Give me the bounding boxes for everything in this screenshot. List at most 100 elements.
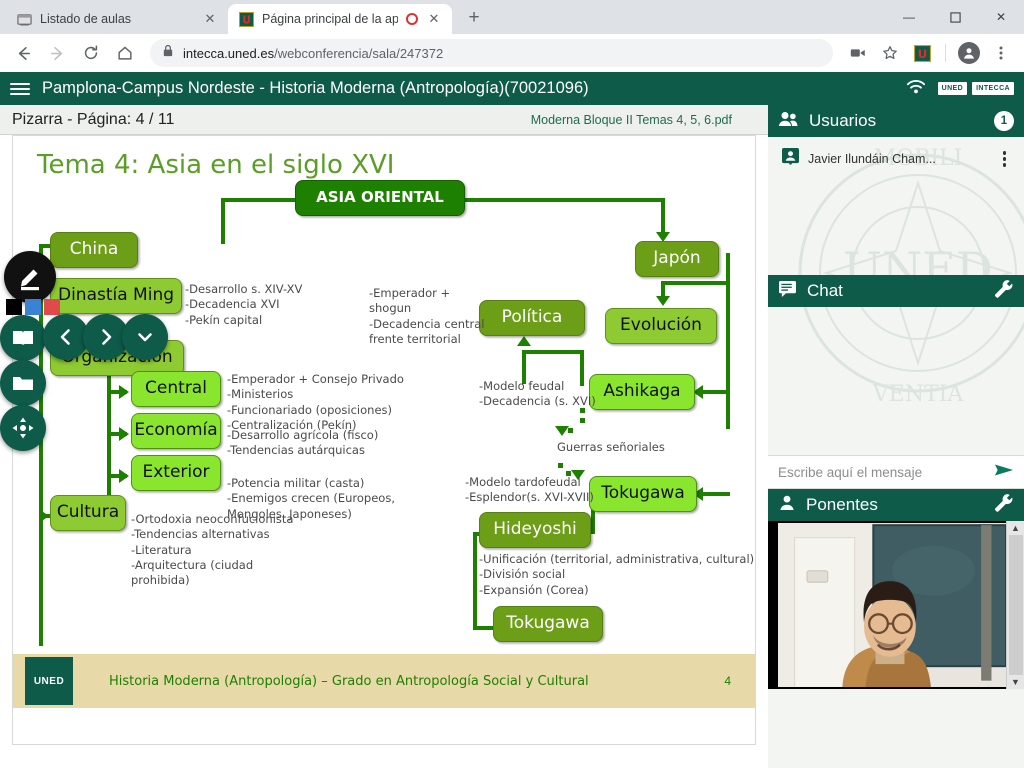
uned-logo: UNED (937, 82, 968, 95)
scroll-down-icon[interactable]: ▼ (1011, 677, 1020, 687)
chat-input[interactable] (778, 464, 994, 480)
connector (661, 281, 730, 285)
connector (661, 198, 665, 236)
connector (522, 350, 584, 354)
node-politica[interactable]: Política (479, 300, 585, 336)
close-window-button[interactable]: ✕ (978, 0, 1024, 34)
node-tokugawa-2[interactable]: Tokugawa (493, 606, 603, 642)
chat-input-row[interactable] (768, 455, 1024, 489)
person-icon (778, 494, 796, 516)
window-icon (16, 11, 32, 27)
folder-tool[interactable] (0, 360, 46, 406)
text-economia-notes: -Desarrollo agrícola (fisco) -Tendencias… (227, 428, 379, 458)
node-japon[interactable]: Japón (635, 241, 719, 277)
browser-tab-2[interactable]: U Página principal de la aplicac ✕ (228, 4, 452, 34)
book-icon (13, 331, 33, 345)
node-hideyoshi[interactable]: Hideyoshi (479, 512, 591, 548)
connector (107, 376, 111, 510)
arrow (119, 469, 129, 483)
whiteboard-panel: Pizarra - Página: 4 / 11 Moderna Bloque … (0, 105, 768, 768)
back-icon[interactable] (8, 38, 38, 68)
address-bar[interactable]: intecca.uned.es/webconferencia/sala/2473… (150, 39, 833, 67)
wrench-icon[interactable] (993, 278, 1014, 304)
pencil-icon (21, 269, 39, 291)
kebab-icon[interactable] (997, 147, 1013, 171)
arrow (555, 426, 569, 436)
send-icon[interactable] (994, 463, 1014, 482)
slide-title: Tema 4: Asia en el siglo XVI (37, 150, 395, 180)
forward-icon[interactable] (42, 38, 72, 68)
users-panel-header: Usuarios 1 (768, 105, 1024, 137)
node-exterior[interactable]: Exterior (131, 455, 221, 491)
node-central[interactable]: Central (131, 371, 221, 407)
close-icon[interactable]: ✕ (202, 11, 218, 27)
node-cultura[interactable]: Cultura (50, 495, 126, 531)
speakers-panel-title: Ponentes (806, 495, 878, 514)
chevron-down-icon (138, 333, 152, 342)
minimize-button[interactable]: — (886, 0, 932, 34)
book-tool[interactable] (0, 315, 46, 361)
slide-canvas[interactable]: Tema 4: Asia en el siglo XVI ASIA ORIENT… (12, 135, 756, 745)
node-china[interactable]: China (50, 232, 138, 268)
chat-icon (778, 280, 797, 302)
intecca-logo: INTECCA (972, 82, 1014, 95)
url-text: intecca.uned.es/webconferencia/sala/2473… (183, 45, 444, 61)
pen-tool[interactable] (4, 251, 56, 303)
header-logos: UNED INTECCA (905, 77, 1014, 100)
color-swatches[interactable] (6, 299, 60, 315)
video-scrollbar[interactable]: ▲ ▼ (1006, 521, 1024, 689)
svg-text:U: U (242, 14, 250, 26)
text-ming-notes: -Desarrollo s. XIV-XV -Decadencia XVI -P… (185, 282, 303, 327)
dashed-connector (580, 418, 585, 423)
dashed-connector (558, 463, 563, 468)
text-central-notes: -Emperador + Consejo Privado -Ministerio… (227, 372, 404, 432)
new-tab-button[interactable]: + (460, 4, 488, 32)
list-item[interactable]: Javier Ilundáin Cham... (768, 137, 1024, 171)
node-asia-oriental[interactable]: ASIA ORIENTAL (295, 180, 465, 216)
node-tokugawa-1[interactable]: Tokugawa (589, 476, 697, 512)
hamburger-icon[interactable] (10, 82, 30, 95)
node-evolucion[interactable]: Evolución (605, 308, 717, 344)
browser-tab-1[interactable]: Listado de aulas ✕ (6, 4, 228, 34)
connector (460, 198, 665, 202)
arrow (656, 296, 670, 306)
node-economia[interactable]: Economía (131, 413, 221, 449)
maximize-button[interactable] (932, 0, 978, 34)
swatch-red[interactable] (44, 299, 60, 315)
users-count-badge: 1 (994, 111, 1014, 131)
text-guerras-senoriales: Guerras señoriales (557, 440, 665, 454)
profile-icon[interactable] (954, 38, 984, 68)
move-tool[interactable] (0, 405, 46, 451)
users-panel-title: Usuarios (809, 111, 877, 130)
more-options-button[interactable] (122, 314, 168, 360)
close-icon[interactable]: ✕ (426, 11, 442, 27)
chevron-right-icon (102, 329, 112, 345)
chat-panel-header: Chat (768, 275, 1024, 307)
media-cast-icon[interactable] (843, 38, 873, 68)
footer-page-number: 4 (724, 674, 731, 688)
arrow (517, 336, 531, 346)
home-icon[interactable] (110, 38, 140, 68)
recording-indicator-icon (406, 13, 418, 25)
node-ashikaga[interactable]: Ashikaga (589, 374, 695, 410)
uned-extension-icon[interactable]: U (907, 38, 937, 68)
slide-footer: UNED Historia Moderna (Antropología) – G… (13, 654, 755, 708)
bookmark-star-icon[interactable] (875, 38, 905, 68)
swatch-black[interactable] (6, 299, 22, 315)
window-controls: — ✕ (886, 0, 1024, 34)
connector (726, 253, 730, 319)
web-conference-app: Pamplona-Campus Nordeste - Historia Mode… (0, 72, 1024, 768)
wrench-icon[interactable] (993, 492, 1014, 518)
scroll-up-icon[interactable]: ▲ (1011, 523, 1020, 533)
toolbar-divider (945, 44, 946, 62)
app-header: Pamplona-Campus Nordeste - Historia Mode… (0, 72, 1024, 105)
node-dinastia-ming[interactable]: Dinastía Ming (50, 278, 182, 314)
connector (702, 390, 730, 394)
scrollbar-thumb[interactable] (1008, 535, 1023, 675)
menu-icon[interactable] (986, 38, 1016, 68)
speaker-video[interactable] (778, 523, 1006, 687)
reload-icon[interactable] (76, 38, 106, 68)
swatch-blue[interactable] (25, 299, 41, 315)
document-name[interactable]: Moderna Bloque II Temas 4, 5, 6.pdf (531, 113, 732, 127)
whiteboard-toolbar: Pizarra - Página: 4 / 11 Moderna Bloque … (0, 105, 768, 135)
